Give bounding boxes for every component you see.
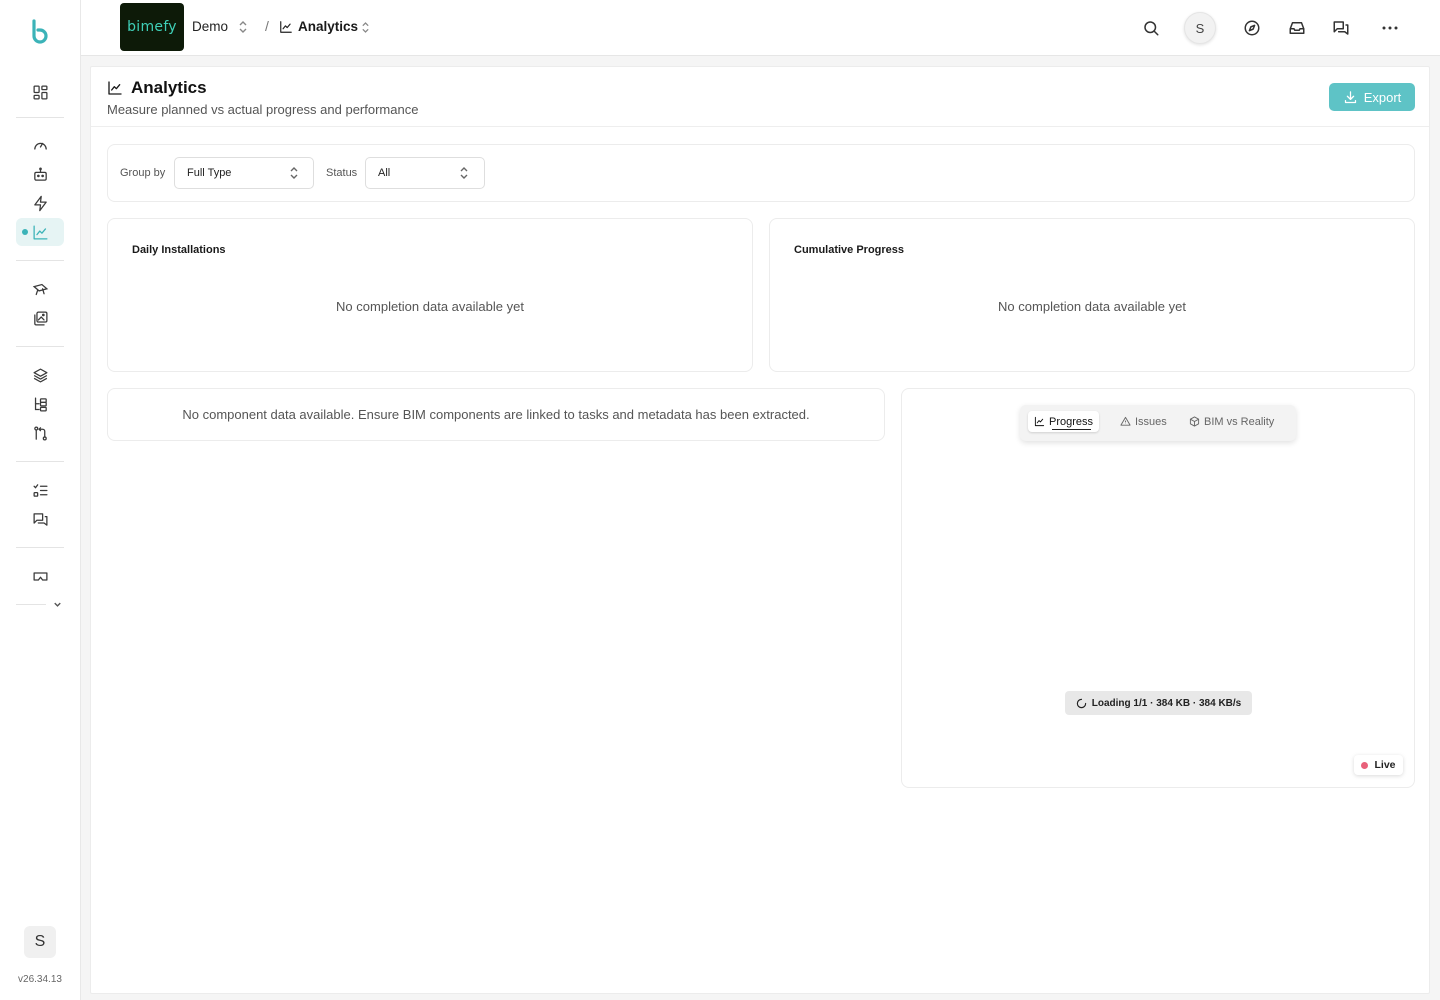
warning-icon bbox=[1120, 416, 1131, 426]
main-panel: Analytics Measure planned vs actual prog… bbox=[90, 66, 1430, 994]
gauge-icon bbox=[33, 142, 47, 150]
inbox-icon[interactable] bbox=[1288, 19, 1306, 37]
app-version: v26.34.13 bbox=[18, 974, 62, 985]
live-label: Live bbox=[1374, 759, 1396, 771]
live-badge[interactable]: Live bbox=[1354, 755, 1403, 775]
user-avatar[interactable]: S bbox=[24, 926, 56, 958]
active-indicator-dot bbox=[22, 229, 28, 235]
more-icon[interactable] bbox=[1380, 19, 1400, 37]
tab-label: BIM vs Reality bbox=[1204, 415, 1275, 428]
sidebar-divider bbox=[16, 346, 64, 347]
group-by-value: Full Type bbox=[187, 167, 232, 179]
checklist-icon bbox=[32, 483, 48, 497]
robot-icon bbox=[33, 166, 47, 181]
live-dot bbox=[1361, 761, 1369, 769]
tab-label: Progress bbox=[1049, 415, 1094, 428]
chart-line-icon bbox=[280, 21, 292, 33]
top-bar: bimefy Demo / Analytics S bbox=[81, 0, 1440, 56]
page-title: Analytics bbox=[131, 78, 207, 97]
spinner-icon bbox=[1076, 698, 1086, 708]
sidebar: S v26.34.13 bbox=[0, 0, 81, 1000]
sidebar-item-analytics[interactable] bbox=[16, 218, 64, 246]
vr-headset-icon bbox=[32, 571, 48, 581]
status-value: All bbox=[378, 167, 391, 179]
sidebar-item-activity[interactable] bbox=[16, 189, 64, 217]
filter-bar: Group by Full Type Status All bbox=[107, 144, 1415, 202]
project-switcher-icon[interactable] bbox=[238, 20, 248, 34]
sidebar-item-automation[interactable] bbox=[16, 160, 64, 188]
chart-line-icon bbox=[32, 224, 48, 240]
app-logo-icon bbox=[32, 19, 48, 44]
chart-line-icon bbox=[1034, 416, 1045, 427]
loading-text: Loading 1/1 · 384 KB · 384 KB/s bbox=[1091, 697, 1242, 709]
compass-icon[interactable] bbox=[1243, 19, 1261, 37]
viewer-tab-bar: Progress Issues BIM vs Reality bbox=[1020, 405, 1296, 441]
page-subtitle: Measure planned vs actual progress and p… bbox=[107, 102, 419, 117]
images-icon bbox=[33, 310, 48, 326]
layers-icon bbox=[32, 367, 48, 383]
status-select[interactable]: All bbox=[365, 157, 485, 189]
messages-icon bbox=[32, 512, 48, 526]
bim-viewer[interactable]: Progress Issues BIM vs Reality Loading 1… bbox=[901, 388, 1415, 788]
sidebar-item-tasks[interactable] bbox=[16, 476, 64, 504]
sidebar-item-structure[interactable] bbox=[16, 390, 64, 418]
page-switcher-icon[interactable] bbox=[361, 21, 370, 34]
sidebar-divider bbox=[16, 260, 64, 261]
download-icon bbox=[1344, 90, 1356, 103]
sidebar-item-dashboard[interactable] bbox=[16, 78, 64, 106]
group-by-select[interactable]: Full Type bbox=[174, 157, 314, 189]
chat-icon[interactable] bbox=[1332, 19, 1350, 37]
sidebar-divider bbox=[16, 461, 64, 462]
sidebar-item-compare[interactable] bbox=[16, 419, 64, 447]
chart-title: Daily Installations bbox=[132, 244, 226, 256]
breadcrumb-separator: / bbox=[265, 18, 269, 34]
daily-installations-card: Daily Installations No completion data a… bbox=[107, 218, 753, 372]
sidebar-item-drone[interactable] bbox=[16, 275, 64, 303]
empty-state-message: No completion data available yet bbox=[336, 299, 524, 314]
app-logo[interactable] bbox=[28, 18, 52, 44]
sidebar-item-performance[interactable] bbox=[16, 131, 64, 159]
group-by-label: Group by bbox=[120, 167, 166, 179]
drone-icon bbox=[32, 283, 48, 295]
empty-state-message: No component data available. Ensure BIM … bbox=[182, 407, 810, 422]
tab-issues[interactable]: Issues bbox=[1114, 411, 1173, 432]
page-header: Analytics Measure planned vs actual prog… bbox=[91, 67, 1429, 127]
header-avatar[interactable]: S bbox=[1184, 12, 1216, 44]
tab-bim-vs-reality[interactable]: BIM vs Reality bbox=[1183, 411, 1280, 432]
sidebar-divider bbox=[16, 547, 64, 548]
chart-line-icon bbox=[108, 81, 122, 95]
sidebar-divider bbox=[16, 604, 46, 605]
sidebar-item-layers[interactable] bbox=[16, 361, 64, 389]
export-button-label: Export bbox=[1363, 89, 1402, 105]
tab-progress[interactable]: Progress bbox=[1028, 411, 1100, 432]
cube-icon bbox=[1189, 416, 1200, 427]
breadcrumb-current[interactable]: Analytics bbox=[298, 19, 358, 34]
search-icon[interactable] bbox=[1142, 19, 1160, 37]
dashboard-grid-icon bbox=[32, 84, 48, 100]
status-label: Status bbox=[326, 167, 358, 179]
sidebar-divider bbox=[16, 117, 64, 118]
sidebar-item-vr[interactable] bbox=[16, 562, 64, 590]
tab-label: Issues bbox=[1135, 415, 1167, 428]
loading-indicator: Loading 1/1 · 384 KB · 384 KB/s bbox=[1065, 691, 1252, 715]
cumulative-progress-card: Cumulative Progress No completion data a… bbox=[769, 218, 1415, 372]
git-compare-icon bbox=[33, 425, 47, 441]
select-arrows-icon bbox=[460, 167, 468, 179]
tree-structure-icon bbox=[34, 396, 47, 412]
sidebar-item-messages[interactable] bbox=[16, 505, 64, 533]
select-arrows-icon bbox=[290, 167, 298, 179]
component-data-card: No component data available. Ensure BIM … bbox=[107, 388, 885, 441]
chart-title: Cumulative Progress bbox=[794, 244, 905, 256]
project-name[interactable]: Demo bbox=[192, 19, 228, 34]
empty-state-message: No completion data available yet bbox=[998, 299, 1186, 314]
chevron-down-icon[interactable] bbox=[52, 599, 63, 610]
sidebar-item-media[interactable] bbox=[16, 304, 64, 332]
lightning-icon bbox=[33, 195, 47, 211]
export-button[interactable]: Export bbox=[1329, 83, 1415, 111]
project-logo[interactable]: bimefy bbox=[120, 3, 184, 51]
